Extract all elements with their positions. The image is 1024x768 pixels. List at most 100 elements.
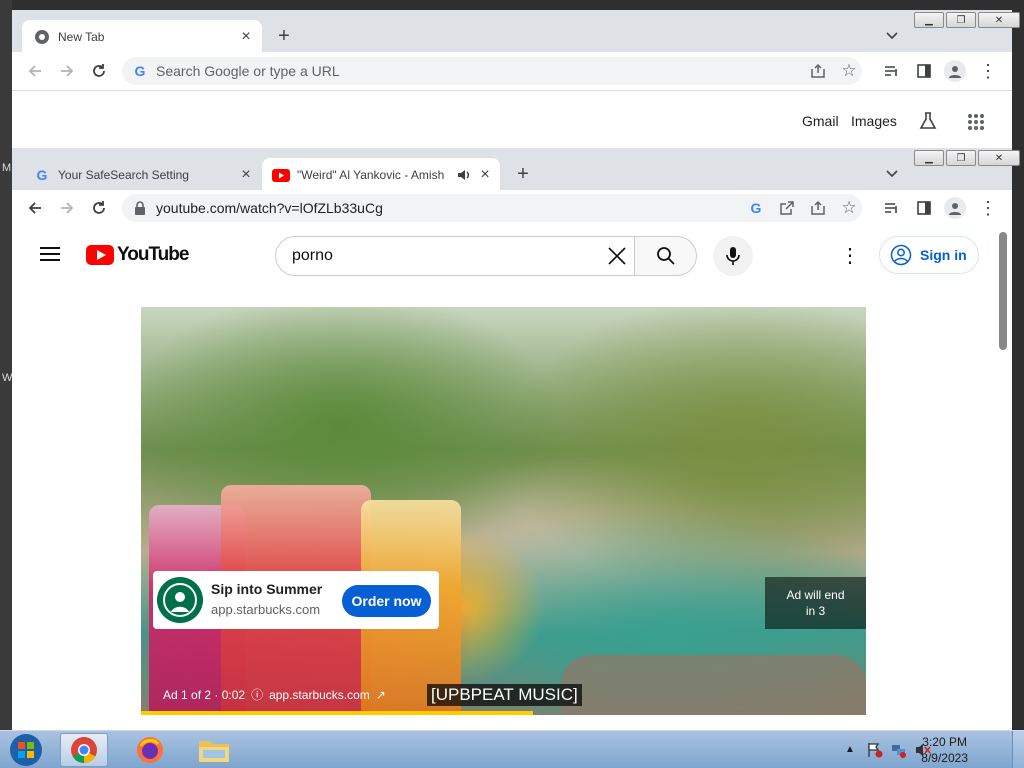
youtube-logo[interactable]: YouTube xyxy=(86,244,189,266)
divider xyxy=(12,90,1012,91)
labs-flask-icon[interactable] xyxy=(917,110,939,132)
omnibox[interactable]: youtube.com/watch?v=lOfZLb33uCg G ☆ xyxy=(122,194,862,222)
action-center-flag-icon[interactable] xyxy=(866,741,884,759)
system-clock[interactable]: 3:20 PM 8/9/2023 xyxy=(921,734,968,766)
ad-countdown: Ad will end in 3 xyxy=(765,577,866,629)
reading-list-icon[interactable] xyxy=(882,62,900,80)
clear-search-icon[interactable] xyxy=(606,245,628,267)
new-tab-button[interactable]: + xyxy=(274,25,294,47)
audio-playing-icon[interactable] xyxy=(456,167,472,183)
share-icon[interactable] xyxy=(810,200,826,216)
search-box[interactable]: porno xyxy=(275,236,635,276)
tab-title: Your SafeSearch Setting xyxy=(58,168,189,182)
desktop-background: M W xyxy=(0,0,12,730)
ad-countdown-line2: in 3 xyxy=(805,604,826,618)
taskbar-firefox[interactable] xyxy=(126,733,174,767)
reload-icon[interactable] xyxy=(90,199,108,217)
ad-progress-bar[interactable] xyxy=(141,711,533,715)
chrome-menu-icon[interactable]: ⋮ xyxy=(979,61,997,81)
youtube-page: YouTube porno ⋮ Sign in Sip into Summer … xyxy=(12,226,1012,730)
back-arrow-icon[interactable] xyxy=(26,62,44,80)
search-button[interactable] xyxy=(634,236,697,276)
forward-arrow-icon[interactable] xyxy=(58,62,76,80)
show-hidden-icons-icon[interactable]: ▲ xyxy=(843,741,857,757)
bookmark-star-icon[interactable]: ☆ xyxy=(840,61,858,80)
close-tab-icon[interactable]: × xyxy=(238,28,254,45)
close-tab-icon[interactable]: × xyxy=(238,166,254,183)
hamburger-menu-icon[interactable] xyxy=(38,244,62,264)
scrollbar-thumb[interactable] xyxy=(999,232,1007,350)
close-tab-icon[interactable]: × xyxy=(477,166,493,183)
tab-search-chevron-icon[interactable] xyxy=(884,28,900,44)
google-favicon-icon: G xyxy=(36,167,48,183)
maximize-button[interactable]: ❐ xyxy=(946,150,976,166)
taskbar: ▲ 3:20 PM 8/9/2023 xyxy=(0,730,1024,768)
side-panel-icon[interactable] xyxy=(915,199,933,217)
tab-strip: New Tab × + ▁ ❐ ✕ xyxy=(12,10,1020,54)
desktop-icon-label: W xyxy=(2,372,13,384)
reading-list-icon[interactable] xyxy=(882,199,900,217)
search-icon xyxy=(656,247,675,265)
info-icon[interactable]: ⓘ xyxy=(251,686,263,703)
profile-avatar-icon[interactable] xyxy=(944,197,966,219)
window-controls: ▁ ❐ ✕ xyxy=(914,150,1020,166)
windows-logo-icon xyxy=(10,734,42,766)
youtube-logo-text: YouTube xyxy=(117,244,189,265)
taskbar-explorer[interactable] xyxy=(190,733,238,767)
chrome-icon xyxy=(71,737,97,764)
show-desktop-button[interactable] xyxy=(1012,731,1024,768)
sign-in-button[interactable]: Sign in xyxy=(879,236,979,274)
start-button[interactable] xyxy=(6,732,46,768)
firefox-icon xyxy=(137,737,163,763)
closed-caption: [UPBPEAT MUSIC] xyxy=(427,684,582,706)
folder-icon xyxy=(199,741,229,762)
chrome-window-back: New Tab × + ▁ ❐ ✕ G Search Google or typ… xyxy=(12,10,1020,150)
voice-search-button[interactable] xyxy=(713,236,753,276)
maximize-button[interactable]: ❐ xyxy=(946,12,976,28)
account-icon xyxy=(890,244,912,266)
back-arrow-icon[interactable] xyxy=(26,199,44,217)
ad-overlay-card[interactable]: Sip into Summer app.starbucks.com Order … xyxy=(153,571,439,629)
bookmark-star-icon[interactable]: ☆ xyxy=(840,198,858,217)
omnibox-placeholder: Search Google or type a URL xyxy=(156,63,340,79)
order-now-button[interactable]: Order now xyxy=(342,585,431,617)
tab-new-tab[interactable]: New Tab × xyxy=(22,20,262,54)
rock-ledge-image xyxy=(561,655,866,715)
ad-countdown-line1: Ad will end xyxy=(786,588,845,602)
search-input[interactable]: porno xyxy=(292,247,333,265)
gmail-link[interactable]: Gmail xyxy=(802,113,839,129)
chrome-window-front: G Your SafeSearch Setting × "Weird" Al Y… xyxy=(12,148,1020,730)
lock-icon[interactable] xyxy=(132,200,148,216)
omnibox[interactable]: G Search Google or type a URL ☆ xyxy=(122,57,862,85)
apps-grid-icon[interactable] xyxy=(965,111,987,133)
tab-safesearch[interactable]: G Your SafeSearch Setting × xyxy=(22,158,262,192)
minimize-button[interactable]: ▁ xyxy=(914,12,944,28)
close-window-button[interactable]: ✕ xyxy=(978,12,1020,28)
external-link-icon: ↗ xyxy=(375,687,386,702)
network-icon[interactable] xyxy=(890,741,908,759)
open-in-app-icon[interactable] xyxy=(779,200,795,216)
settings-menu-icon[interactable]: ⋮ xyxy=(840,244,860,267)
tab-title: New Tab xyxy=(58,30,105,44)
google-lens-icon[interactable]: G xyxy=(748,200,764,216)
youtube-favicon-icon xyxy=(272,168,290,182)
share-icon[interactable] xyxy=(810,63,826,79)
ad-position-text: Ad 1 of 2 · 0:02 xyxy=(163,687,246,702)
ad-info-url[interactable]: app.starbucks.com xyxy=(269,688,370,702)
side-panel-icon[interactable] xyxy=(915,62,933,80)
google-g-icon: G xyxy=(134,63,146,79)
close-window-button[interactable]: ✕ xyxy=(978,150,1020,166)
tab-search-chevron-icon[interactable] xyxy=(884,166,900,182)
new-tab-button[interactable]: + xyxy=(513,163,533,185)
youtube-logo-icon xyxy=(86,245,114,265)
tab-youtube[interactable]: "Weird" Al Yankovic - Amish × xyxy=(262,158,500,192)
minimize-button[interactable]: ▁ xyxy=(914,150,944,166)
reload-icon[interactable] xyxy=(90,62,108,80)
chrome-menu-icon[interactable]: ⋮ xyxy=(979,198,997,218)
images-link[interactable]: Images xyxy=(851,113,897,129)
profile-avatar-icon[interactable] xyxy=(944,60,966,82)
clock-date: 8/9/2023 xyxy=(921,751,968,765)
forward-arrow-icon[interactable] xyxy=(58,199,76,217)
taskbar-chrome[interactable] xyxy=(60,733,108,767)
video-player[interactable]: Sip into Summer app.starbucks.com Order … xyxy=(141,307,866,715)
